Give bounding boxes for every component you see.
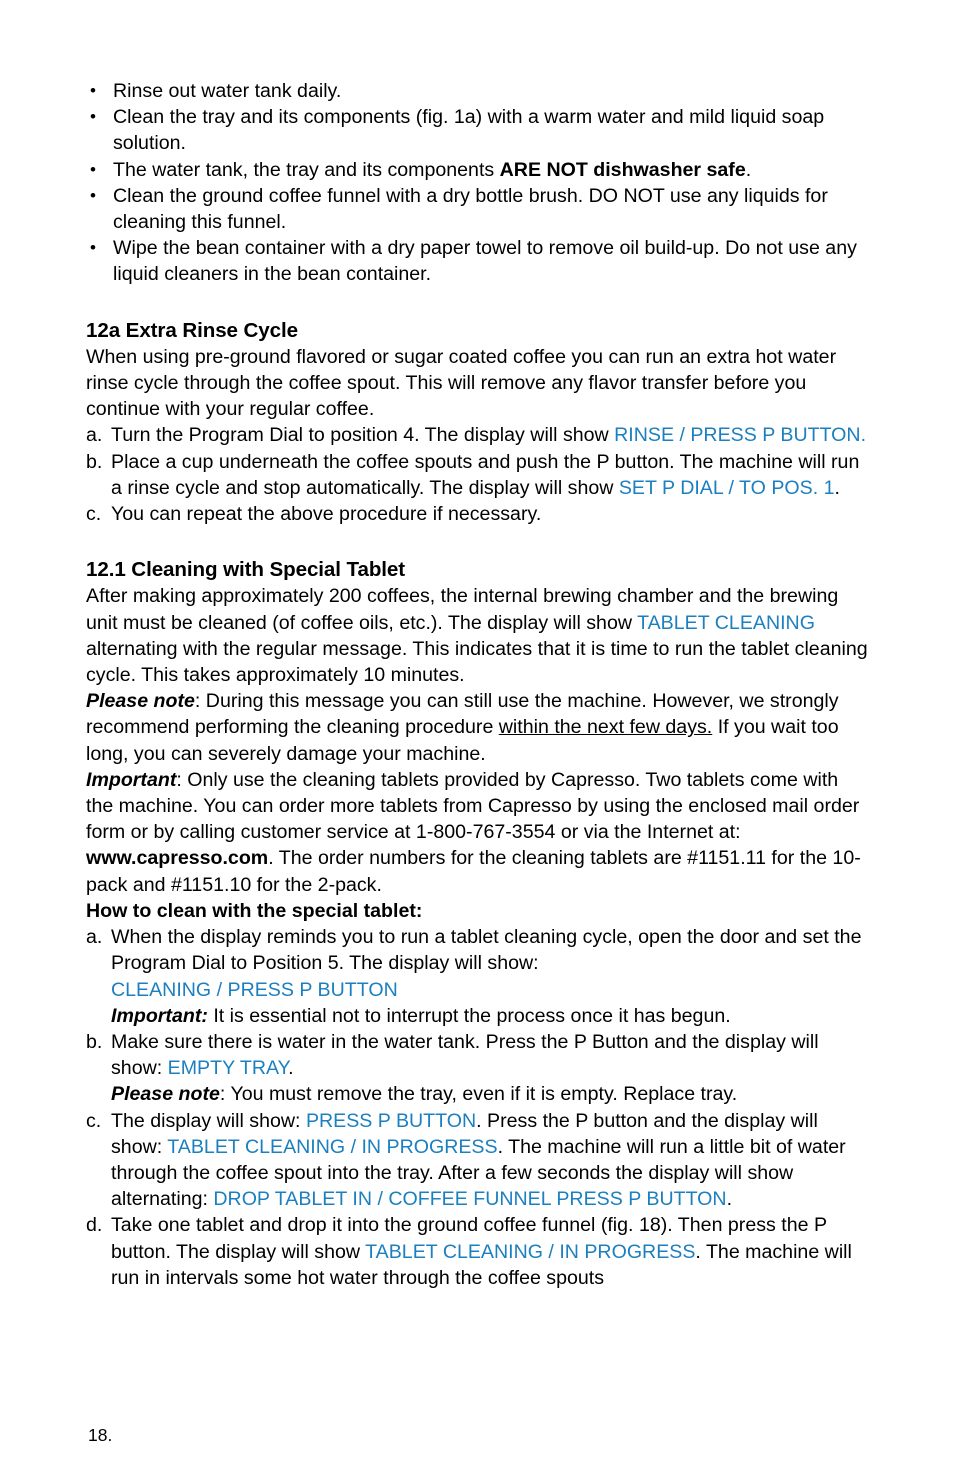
page-number: 18.	[88, 1425, 113, 1445]
section-heading-12a: 12a Extra Rinse Cycle	[86, 318, 298, 342]
step-text-post: .	[288, 1057, 294, 1080]
important-paragraph: Important: Only use the cleaning tablets…	[86, 767, 868, 898]
important-text: It is essential not to interrupt the pro…	[207, 1004, 731, 1027]
display-message: TABLET CLEANING	[637, 611, 815, 634]
display-message: RINSE / PRESS P BUTTON.	[614, 424, 867, 447]
step-marker: a.	[86, 424, 103, 447]
list-item: Wipe the bean container with a dry paper…	[86, 235, 868, 287]
please-note-text: : You must remove the tray, even if it i…	[219, 1083, 738, 1106]
please-note-paragraph: Please note: During this message you can…	[86, 688, 868, 767]
page-content: Rinse out water tank daily. Clean the tr…	[86, 78, 868, 1291]
bullet-text: Wipe the bean container with a dry paper…	[113, 237, 857, 286]
bullet-text: Clean the tray and its components (fig. …	[113, 106, 825, 155]
capresso-website: www.capresso.com	[86, 847, 269, 870]
important-label: Important:	[111, 1004, 208, 1027]
list-item: Clean the ground coffee funnel with a dr…	[86, 183, 868, 235]
bullet-text-bold: ARE NOT dishwasher safe	[499, 158, 746, 181]
care-instructions-list: Rinse out water tank daily. Clean the tr…	[86, 78, 868, 288]
list-item: The water tank, the tray and its compone…	[86, 157, 868, 183]
section-heading-12-1: 12.1 Cleaning with Special Tablet	[86, 558, 406, 582]
step-marker: b.	[86, 1030, 103, 1053]
step-marker: b.	[86, 450, 103, 473]
step-c: c. You can repeat the above procedure if …	[86, 501, 868, 527]
display-message-1: PRESS P BUTTON	[305, 1109, 477, 1132]
manual-page: Rinse out water tank daily. Clean the tr…	[0, 0, 954, 1475]
step-marker: d.	[86, 1214, 103, 1237]
step-text: The display will show:	[111, 1109, 306, 1132]
please-note-label: Please note	[86, 690, 195, 713]
list-item: Rinse out water tank daily.	[86, 78, 868, 104]
step-text-post: .	[726, 1188, 733, 1211]
display-message-2: TABLET CLEANING / IN PROGRESS	[167, 1135, 498, 1158]
step-text: Turn the Program Dial to position 4. The…	[111, 424, 615, 447]
important-part-1: : Only use the cleaning tablets provided…	[86, 768, 860, 844]
important-label: Important	[86, 768, 177, 791]
bullet-text-pre: The water tank, the tray and its compone…	[113, 158, 500, 181]
step-text: When the display reminds you to run a ta…	[111, 926, 862, 975]
step-a: a. Turn the Program Dial to position 4. T…	[86, 422, 868, 448]
display-message: CLEANING / PRESS P BUTTON	[111, 978, 398, 1001]
please-note-label: Please note	[111, 1083, 220, 1106]
step-a: a. When the display reminds you to run a …	[86, 924, 868, 1029]
step-d: d. Take one tablet and drop it into the g…	[86, 1212, 868, 1291]
step-b: b. Place a cup underneath the coffee spou…	[86, 449, 868, 501]
section-12-1-steps: a. When the display reminds you to run a …	[86, 924, 868, 1291]
step-marker: c.	[86, 503, 102, 526]
step-text-post: .	[834, 476, 840, 499]
important-line: Important: It is essential not to interr…	[111, 1003, 868, 1029]
please-note-line: Please note: You must remove the tray, e…	[111, 1081, 868, 1107]
how-to-clean-heading: How to clean with the special tablet:	[86, 899, 423, 922]
step-marker: c.	[86, 1109, 102, 1132]
list-item: Clean the tray and its components (fig. …	[86, 104, 868, 156]
display-message: EMPTY TRAY	[167, 1057, 289, 1080]
section-12a-steps: a. Turn the Program Dial to position 4. T…	[86, 422, 868, 527]
step-c: c. The display will show: PRESS P BUTTON.…	[86, 1108, 868, 1213]
bullet-text: Rinse out water tank daily.	[113, 80, 342, 102]
display-message: SET P DIAL / TO POS. 1	[618, 476, 835, 499]
bullet-text: Clean the ground coffee funnel with a dr…	[113, 184, 828, 234]
display-message-3: DROP TABLET IN / COFFEE FUNNEL PRESS P B…	[213, 1188, 727, 1211]
bullet-text-post: .	[745, 158, 752, 181]
section-12a-intro: When using pre-ground flavored or sugar …	[86, 345, 837, 421]
intro-part-2: alternating with the regular message. Th…	[86, 637, 868, 687]
step-text: You can repeat the above procedure if ne…	[111, 503, 542, 526]
display-message: TABLET CLEANING / IN PROGRESS	[365, 1240, 696, 1263]
step-b: b. Make sure there is water in the water …	[86, 1029, 868, 1108]
note-underlined-text: within the next few days.	[498, 716, 713, 739]
step-marker: a.	[86, 926, 103, 949]
section-12-1-intro: After making approximately 200 coffees, …	[86, 583, 868, 688]
